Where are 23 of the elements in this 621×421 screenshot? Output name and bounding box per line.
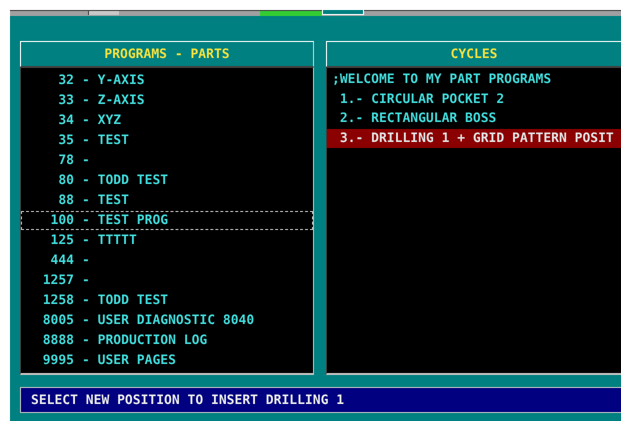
- program-item[interactable]: 1258 - TODD TEST: [21, 291, 313, 310]
- program-item[interactable]: 78 -: [21, 151, 313, 170]
- program-item[interactable]: 1257 -: [21, 271, 313, 290]
- program-item[interactable]: 88 - TEST: [21, 191, 313, 210]
- program-item[interactable]: 33 - Z-AXIS: [21, 91, 313, 110]
- program-item[interactable]: 32 - Y-AXIS: [21, 71, 313, 90]
- panel-title: PROGRAMS - PARTS: [104, 46, 230, 62]
- cycle-item[interactable]: 3.- DRILLING 1 + GRID PATTERN POSIT: [327, 128, 621, 148]
- indicator-segment: [260, 11, 322, 16]
- program-item[interactable]: 9995 - USER PAGES: [21, 351, 313, 370]
- program-item[interactable]: 100 - TEST PROG: [21, 211, 313, 230]
- program-item[interactable]: 125 - TTTTT: [21, 231, 313, 250]
- cycle-item[interactable]: 2.- RECTANGULAR BOSS: [327, 109, 621, 128]
- cycle-item[interactable]: ;WELCOME TO MY PART PROGRAMS: [327, 70, 621, 90]
- program-item[interactable]: 8005 - USER DIAGNOSTIC 8040: [21, 311, 313, 330]
- program-item[interactable]: 8888 - PRODUCTION LOG: [21, 331, 313, 350]
- status-message: SELECT NEW POSITION TO INSERT DRILLING 1: [31, 392, 344, 408]
- program-item[interactable]: 35 - TEST: [21, 131, 313, 150]
- program-item[interactable]: 34 - XYZ: [21, 111, 313, 130]
- program-item[interactable]: 444 -: [21, 251, 313, 270]
- program-item[interactable]: 80 - TODD TEST: [21, 171, 313, 190]
- panel-title: CYCLES: [450, 46, 498, 62]
- cycle-item[interactable]: 1.- CIRCULAR POCKET 2: [327, 90, 621, 109]
